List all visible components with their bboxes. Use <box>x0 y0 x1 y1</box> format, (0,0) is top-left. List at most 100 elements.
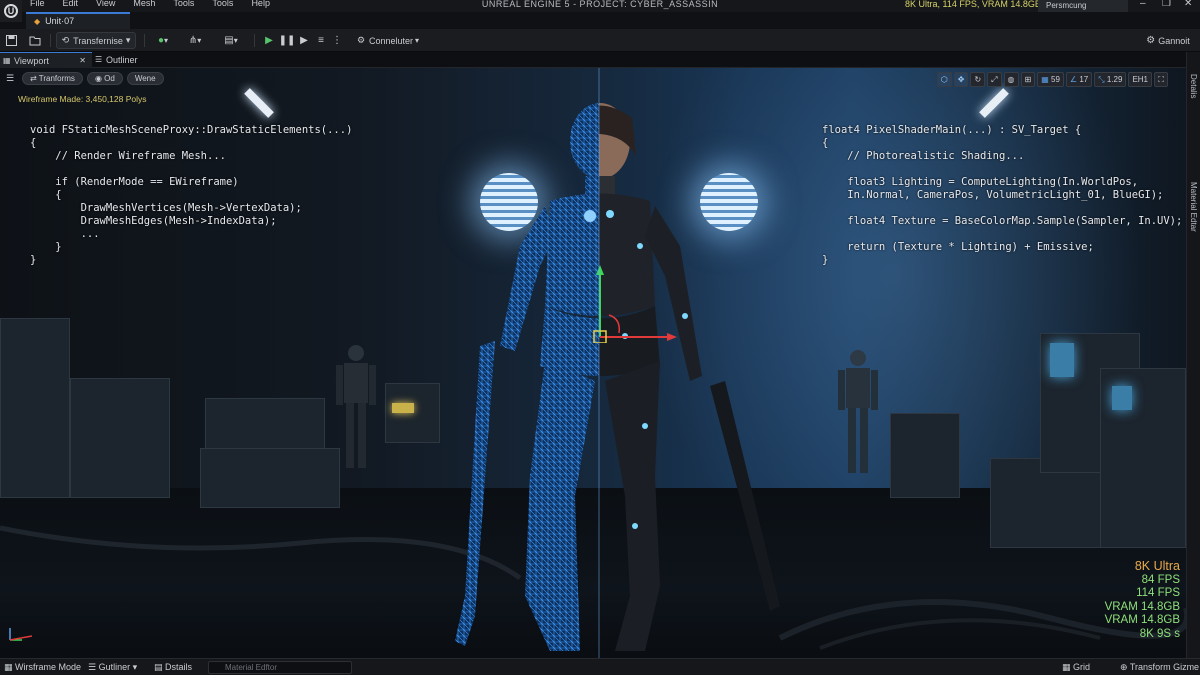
settings-dropdown[interactable]: ⚙ Gannoit <box>1140 32 1196 49</box>
cinematics-button[interactable]: ▤ ▾ <box>218 32 244 49</box>
transform-gizmo[interactable] <box>585 263 685 343</box>
transform-gizmo-toggle[interactable]: ⊕ Transform Gizme <box>1120 659 1199 675</box>
unreal-logo-icon[interactable]: U <box>0 0 22 22</box>
connector-icon: ⚙ <box>356 35 366 45</box>
grid-icon: ▦ <box>1062 662 1074 672</box>
main-menu: File Edit View Mesh Tools Tools Help <box>30 0 270 8</box>
add-actor-button[interactable]: ● ▾ <box>150 32 176 49</box>
resolution-stat: 8K Ultra <box>1134 559 1180 573</box>
material-editor-search[interactable] <box>208 661 352 674</box>
close-tab-icon[interactable]: ✕ <box>79 53 86 69</box>
monitor-screen <box>1112 386 1132 410</box>
play-icon[interactable]: ▶ <box>262 32 276 49</box>
cargo-crate <box>890 413 960 498</box>
gizmo-icon: ⊕ <box>1120 662 1130 672</box>
perspective-chip[interactable]: ◉ Od <box>86 72 123 85</box>
chevron-down-icon: ▾ <box>125 35 131 45</box>
status-bar: ▦ Wirsframe Mode ☰ Gutliner ▾ ▤ Dstails … <box>0 658 1200 675</box>
level-viewport[interactable]: ☰ ⇄ Tranforms ◉ Od Wene Wireframe Made: … <box>0 68 1186 658</box>
maximize-viewport-icon[interactable]: ⛶ <box>1154 72 1168 87</box>
close-icon[interactable]: ✕ <box>1184 0 1192 9</box>
menu-file[interactable]: File <box>30 0 45 8</box>
translate-mode-icon[interactable]: ✥ <box>953 72 969 87</box>
background-robot <box>336 345 376 468</box>
viewport-icon: ▦ <box>3 56 11 65</box>
scale-mode-icon[interactable]: ⤢ <box>987 72 1002 87</box>
monitor-screen <box>1050 343 1074 377</box>
outliner-icon: ☰ <box>88 662 99 672</box>
blueprint-button[interactable]: ⋔ ▾ <box>182 32 208 49</box>
document-tab-label: Unit·07 <box>45 16 75 26</box>
grid-icon: ▦ <box>1041 75 1052 84</box>
character-model[interactable] <box>440 96 800 656</box>
grid-toggle[interactable]: ▦ Grid <box>1062 659 1090 675</box>
resolution-stat: 8K 9S s <box>1139 627 1180 640</box>
document-tab-strip: ◆ Unit·07 <box>0 12 1200 29</box>
scale-icon: ⤡ <box>1098 75 1107 84</box>
transform-icon: ⇄ <box>30 74 39 83</box>
wireframe-mode-button[interactable]: ▦ Wirsframe Mode <box>4 659 81 675</box>
tab-outliner[interactable]: ☰ Outliner <box>92 52 172 68</box>
world-space-icon[interactable]: ◍ <box>1003 72 1019 87</box>
right-side-panel: Detalis Material Edtar <box>1186 52 1200 658</box>
shader-code-overlay: float4 PixelShaderMain(...) : SV_Target … <box>822 124 1183 266</box>
hamburger-menu-icon[interactable]: ☰ <box>6 72 18 85</box>
wireframe-icon: ▦ <box>4 662 16 672</box>
terminal-console <box>385 383 440 443</box>
maximize-icon[interactable]: ❐ <box>1162 0 1171 9</box>
fps-stat: 84 FPS <box>1141 573 1180 586</box>
grid-snap-button[interactable]: ▦ 59 <box>1037 72 1064 87</box>
chevron-down-icon: ▾ <box>415 36 420 45</box>
menu-bar: U File Edit View Mesh Tools Tools Help U… <box>0 0 1200 22</box>
panel-tab-row: ▦ Viewport ✕ ☰ Outliner <box>0 52 1200 68</box>
user-account[interactable]: Persmcung <box>1038 0 1128 12</box>
tab-viewport[interactable]: ▦ Viewport ✕ <box>0 52 92 68</box>
outliner-dropdown[interactable]: ☰ Gutliner ▾ <box>88 659 137 675</box>
menu-tools-2[interactable]: Tools <box>212 0 233 8</box>
menu-edit[interactable]: Edit <box>63 0 79 8</box>
rotation-snap-button[interactable]: ∠ 17 <box>1065 72 1093 87</box>
select-mode-icon[interactable]: ⬡ <box>936 72 952 87</box>
split-divider[interactable] <box>598 68 600 658</box>
rotate-mode-icon[interactable]: ↻ <box>970 72 986 87</box>
background-robot <box>838 350 878 473</box>
main-toolbar: ⟲ Transfernise ▾ ● ▾ ⋔ ▾ ▤ ▾ ▶ ❚❚ ▶ ≡ ⋮ ⚙ Conn… <box>0 29 1200 52</box>
console-screen <box>392 403 414 413</box>
level-icon: ◆ <box>34 17 41 26</box>
skip-frame-icon[interactable]: ≡ <box>314 32 328 49</box>
performance-stats: 8K Ultra 84 FPS 114 FPS VRAM 14.8GB VRAM… <box>1104 559 1180 641</box>
vram-stat: VRAM 14.8GB <box>1104 614 1180 626</box>
camera-speed-button[interactable]: EH1 <box>1128 72 1152 87</box>
machinery-left <box>70 378 170 498</box>
material-editor-side-tab[interactable]: Material Edtar <box>1189 182 1198 232</box>
machinery-left <box>0 318 70 498</box>
menu-mesh[interactable]: Mesh <box>133 0 155 8</box>
content-browser-icon[interactable] <box>28 32 42 49</box>
viewport-snap-tools: ⬡ ✥ ↻ ⤢ ◍ ⊞ ▦ 59 ∠ 17 ⤡ 1.29 EH1 ⛶ <box>936 72 1168 87</box>
viewport-toolbar: ☰ ⇄ Tranforms ◉ Od Wene <box>6 72 164 85</box>
pause-icon[interactable]: ❚❚ <box>279 32 296 49</box>
menu-help[interactable]: Help <box>251 0 270 8</box>
document-tab[interactable]: ◆ Unit·07 <box>26 12 130 29</box>
top-performance-readout: 8K Ultra, 114 FPS, VRAM 14.8GB <box>905 0 1041 9</box>
details-side-tab[interactable]: Detalis <box>1189 74 1198 98</box>
transforms-chip[interactable]: ⇄ Tranforms <box>22 72 83 85</box>
transform-mode-icon: ⟲ <box>61 35 70 45</box>
surface-snap-icon[interactable]: ⊞ <box>1020 72 1036 87</box>
fps-stat: 114 FPS <box>1136 587 1180 599</box>
menu-view[interactable]: View <box>96 0 115 8</box>
camera-icon: ◉ <box>94 74 105 83</box>
view-mode-chip[interactable]: Wene <box>126 72 164 85</box>
scale-snap-button[interactable]: ⤡ 1.29 <box>1094 72 1127 87</box>
ceiling-light <box>244 88 274 118</box>
minimize-icon[interactable]: – <box>1140 0 1146 9</box>
simulate-icon[interactable]: ▶ <box>297 32 311 49</box>
connector-dropdown[interactable]: ⚙ Conneluter ▾ <box>352 32 424 49</box>
more-options-icon[interactable]: ⋮ <box>332 32 342 49</box>
menu-tools[interactable]: Tools <box>173 0 194 8</box>
save-icon[interactable] <box>4 32 18 49</box>
gear-icon: ⚙ <box>1146 35 1156 46</box>
details-button[interactable]: ▤ Dstails <box>154 659 192 675</box>
angle-icon: ∠ <box>1069 75 1080 84</box>
transform-dropdown[interactable]: ⟲ Transfernise ▾ <box>56 32 136 49</box>
